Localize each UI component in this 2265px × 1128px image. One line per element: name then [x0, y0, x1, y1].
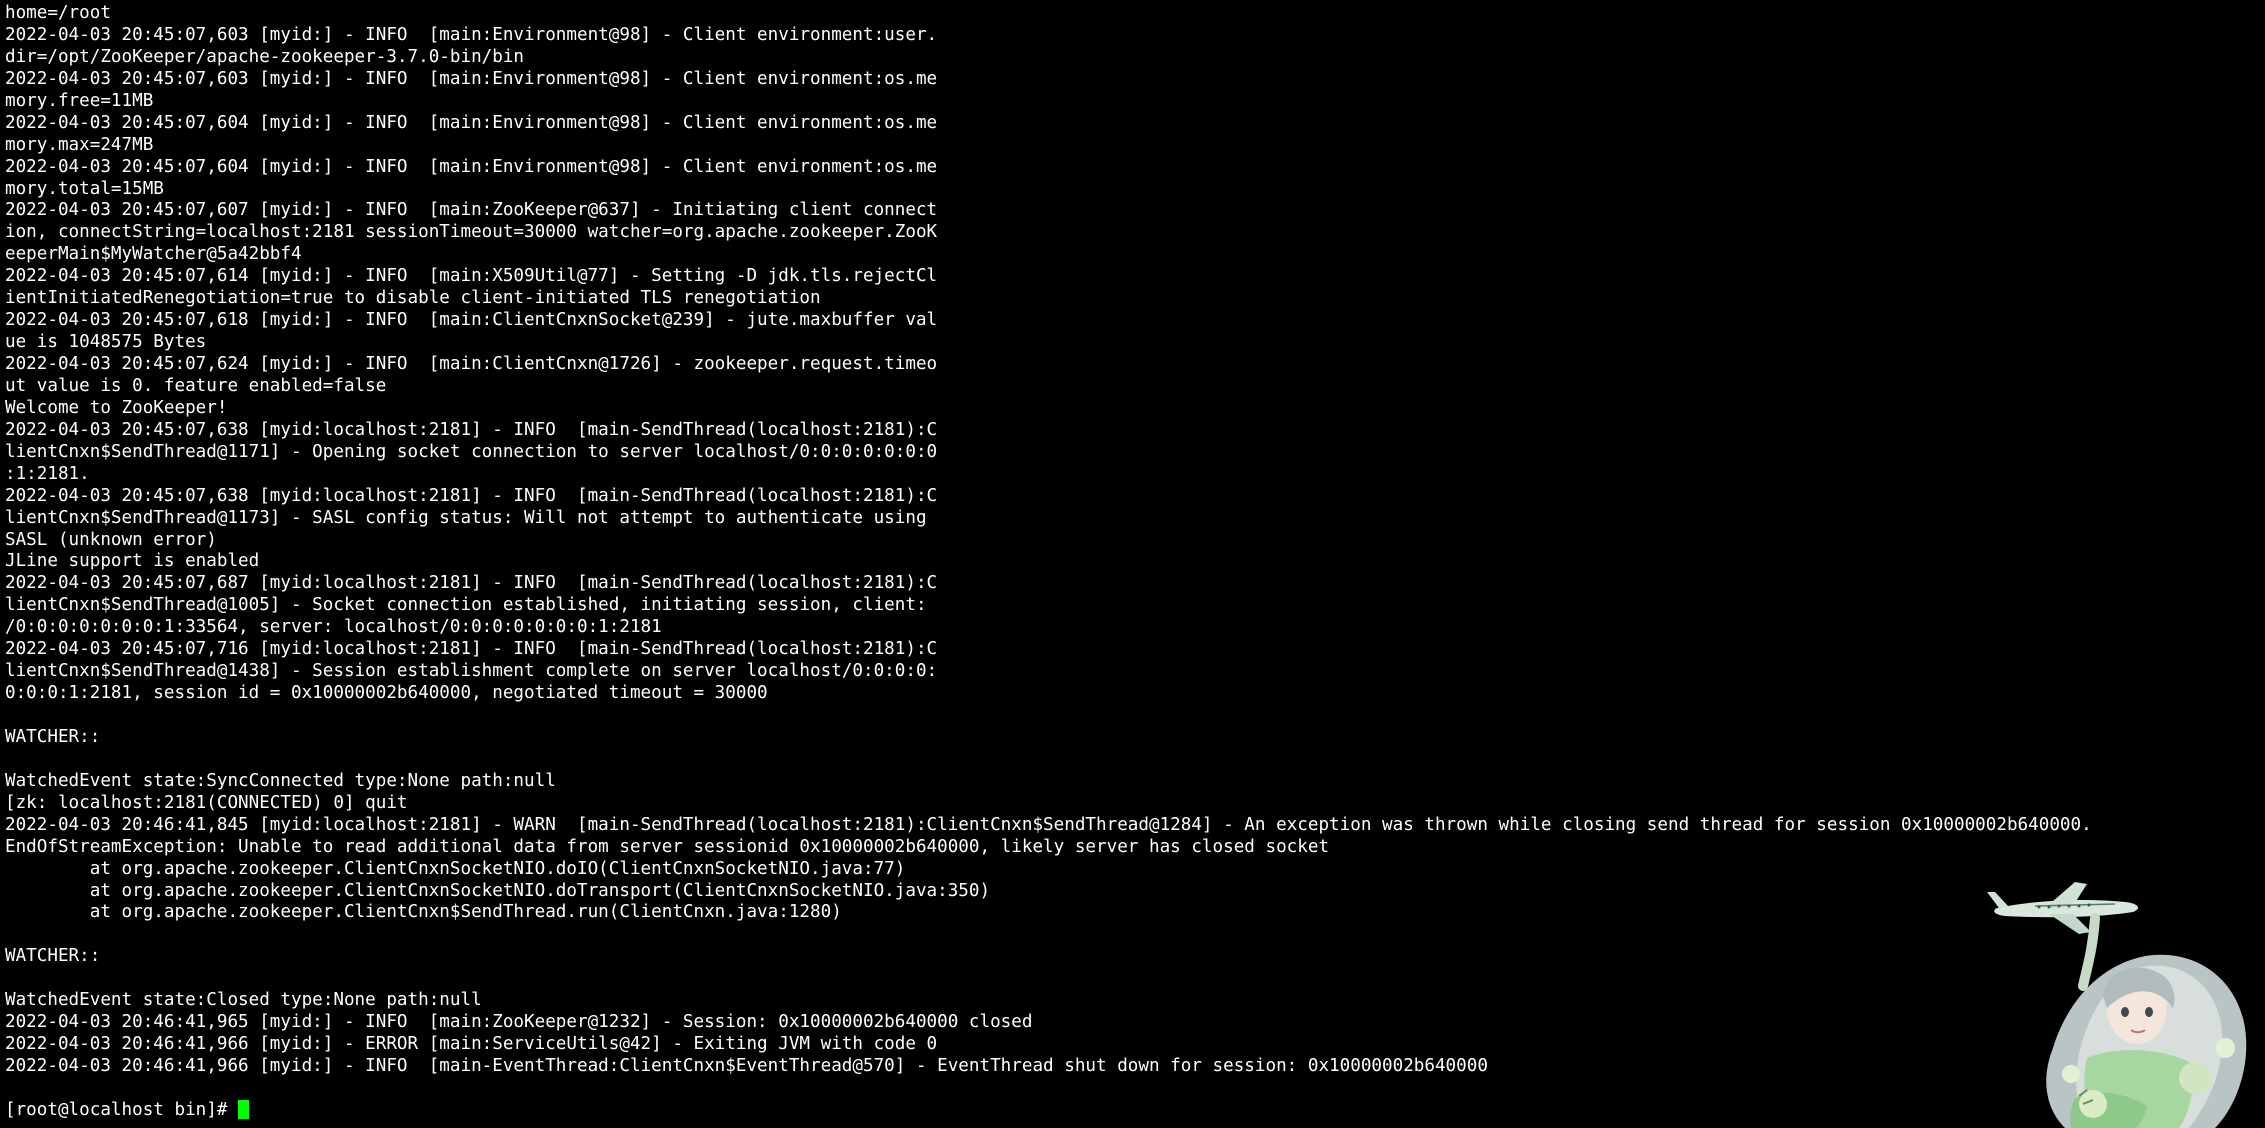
- terminal-line: at org.apache.zookeeper.ClientCnxn$SendT…: [5, 902, 842, 923]
- wallpaper-illustration: [1987, 882, 2247, 1128]
- terminal-line: EndOfStreamException: Unable to read add…: [5, 836, 1330, 857]
- terminal-line: 0:0:0:1:2181, session id = 0x10000002b64…: [5, 683, 768, 704]
- terminal-window[interactable]: home=/root 2022-04-03 20:45:07,603 [myid:…: [0, 0, 2265, 1128]
- terminal-line: WATCHER::: [5, 946, 101, 967]
- terminal-line: 2022-04-03 20:45:07,614 [myid:] - INFO […: [5, 266, 938, 287]
- prompt-line[interactable]: [root@localhost bin]#: [5, 1099, 2092, 1122]
- terminal-line: 2022-04-03 20:46:41,965 [myid:] - INFO […: [5, 1012, 1033, 1033]
- terminal-line: 2022-04-03 20:45:07,638 [myid:localhost:…: [5, 419, 938, 440]
- terminal-line: 2022-04-03 20:46:41,845 [myid:localhost:…: [5, 814, 2092, 835]
- terminal-line: WATCHER::: [5, 726, 101, 747]
- terminal-line: /0:0:0:0:0:0:0:1:33564, server: localhos…: [5, 617, 662, 638]
- terminal-line: 2022-04-03 20:45:07,607 [myid:] - INFO […: [5, 200, 938, 221]
- terminal-line: Welcome to ZooKeeper!: [5, 397, 228, 418]
- terminal-line: WatchedEvent state:SyncConnected type:No…: [5, 770, 556, 791]
- terminal-line: 2022-04-03 20:45:07,603 [myid:] - INFO […: [5, 24, 938, 45]
- terminal-line: 2022-04-03 20:45:07,638 [myid:localhost:…: [5, 485, 938, 506]
- terminal-line: ion, connectString=localhost:2181 sessio…: [5, 222, 938, 243]
- shell-prompt: [root@localhost bin]#: [5, 1099, 239, 1120]
- terminal-line: 2022-04-03 20:45:07,604 [myid:] - INFO […: [5, 156, 938, 177]
- terminal-line: WatchedEvent state:Closed type:None path…: [5, 990, 482, 1011]
- character-illustration: [2046, 913, 2247, 1128]
- terminal-line: 2022-04-03 20:46:41,966 [myid:] - ERROR …: [5, 1034, 938, 1055]
- terminal-line: [zk: localhost:2181(CONNECTED) 0] quit: [5, 792, 408, 813]
- terminal-line: mory.total=15MB: [5, 178, 164, 199]
- terminal-line: ue is 1048575 Bytes: [5, 332, 207, 353]
- terminal-line: JLine support is enabled: [5, 551, 260, 572]
- terminal-output: home=/root 2022-04-03 20:45:07,603 [myid:…: [5, 3, 2092, 1122]
- terminal-line: 2022-04-03 20:45:07,604 [myid:] - INFO […: [5, 112, 938, 133]
- airplane-icon: [1987, 882, 2139, 934]
- terminal-line: 2022-04-03 20:45:07,624 [myid:] - INFO […: [5, 354, 938, 374]
- terminal-line: 2022-04-03 20:45:07,716 [myid:localhost:…: [5, 639, 938, 660]
- terminal-line: 2022-04-03 20:46:41,966 [myid:] - INFO […: [5, 1056, 1488, 1076]
- terminal-line: 2022-04-03 20:45:07,618 [myid:] - INFO […: [5, 310, 938, 331]
- terminal-line: home=/root: [5, 3, 111, 23]
- terminal-line: lientCnxn$SendThread@1005] - Socket conn…: [5, 595, 927, 616]
- terminal-line: at org.apache.zookeeper.ClientCnxnSocket…: [5, 858, 906, 879]
- terminal-line: ut value is 0. feature enabled=false: [5, 375, 387, 396]
- terminal-line: eeperMain$MyWatcher@5a42bbf4: [5, 244, 302, 265]
- terminal-line: lientCnxn$SendThread@1438] - Session est…: [5, 661, 938, 682]
- terminal-line: 2022-04-03 20:45:07,603 [myid:] - INFO […: [5, 68, 938, 89]
- terminal-line: 2022-04-03 20:45:07,687 [myid:localhost:…: [5, 573, 938, 594]
- terminal-line: dir=/opt/ZooKeeper/apache-zookeeper-3.7.…: [5, 46, 525, 67]
- terminal-line: lientCnxn$SendThread@1173] - SASL config…: [5, 507, 927, 528]
- terminal-cursor: [238, 1099, 249, 1119]
- terminal-line: SASL (unknown error): [5, 529, 217, 550]
- terminal-line: mory.max=247MB: [5, 134, 154, 155]
- terminal-line: mory.free=11MB: [5, 90, 154, 111]
- terminal-line: ientInitiatedRenegotiation=true to disab…: [5, 288, 821, 309]
- terminal-line: lientCnxn$SendThread@1171] - Opening soc…: [5, 441, 938, 462]
- terminal-line: :1:2181.: [5, 463, 90, 484]
- terminal-line: at org.apache.zookeeper.ClientCnxnSocket…: [5, 880, 991, 901]
